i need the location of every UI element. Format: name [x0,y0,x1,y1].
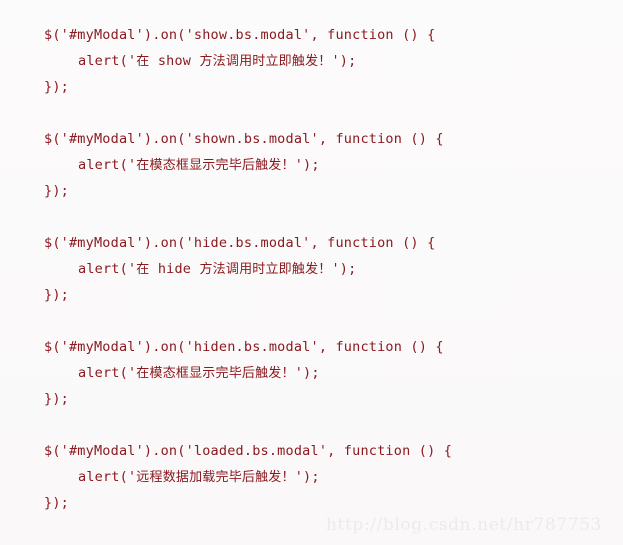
code-line: $('#myModal').on('loaded.bs.modal', func… [44,443,453,459]
code-line: $('#myModal').on('hiden.bs.modal', funct… [44,339,444,355]
code-line: alert('在模态框显示完毕后触发！'); [78,365,320,381]
code-block-show: $('#myModal').on('show.bs.modal', functi… [44,22,623,100]
code-line: alert('在 show 方法调用时立即触发！'); [78,53,357,69]
code-block-hiden: $('#myModal').on('hiden.bs.modal', funct… [44,334,623,412]
code-line: }); [44,287,69,303]
code-line: }); [44,391,69,407]
code-listing: $('#myModal').on('show.bs.modal', functi… [44,22,623,545]
code-block-hide: $('#myModal').on('hide.bs.modal', functi… [44,230,623,308]
code-line: }); [44,79,69,95]
code-line: $('#myModal').on('hide.bs.modal', functi… [44,235,436,251]
code-line: alert('远程数据加载完毕后触发！'); [78,469,320,485]
code-line: }); [44,495,69,511]
code-block-loaded: $('#myModal').on('loaded.bs.modal', func… [44,438,623,516]
code-block-shown: $('#myModal').on('shown.bs.modal', funct… [44,126,623,204]
watermark-url: http://blog.csdn.net/hr787753 [326,515,602,535]
code-line: alert('在 hide 方法调用时立即触发！'); [78,261,357,277]
code-line: $('#myModal').on('show.bs.modal', functi… [44,27,436,43]
code-line: alert('在模态框显示完毕后触发！'); [78,157,320,173]
code-line: $('#myModal').on('shown.bs.modal', funct… [44,131,444,147]
code-line: }); [44,183,69,199]
